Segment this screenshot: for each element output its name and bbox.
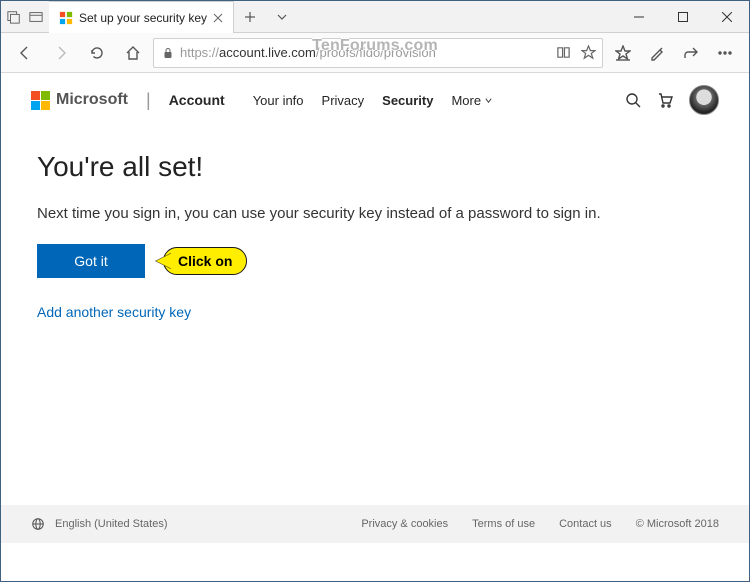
site-header: Microsoft | Account Your info Privacy Se… (1, 73, 749, 127)
home-button[interactable] (117, 37, 149, 69)
new-tab-button[interactable] (234, 1, 266, 32)
tab-preview-icon[interactable] (29, 10, 43, 24)
search-icon[interactable] (625, 92, 641, 108)
back-button[interactable] (9, 37, 41, 69)
notes-button[interactable] (641, 37, 673, 69)
locale-text[interactable]: English (United States) (55, 518, 168, 530)
ms-logo-icon (31, 91, 50, 110)
lock-icon (162, 47, 174, 59)
close-tab-icon[interactable] (213, 13, 223, 23)
page-description: Next time you sign in, you can use your … (37, 205, 713, 222)
reading-view-icon[interactable] (556, 45, 571, 60)
page-footer: English (United States) Privacy & cookie… (1, 505, 749, 543)
microsoft-logo[interactable]: Microsoft (31, 91, 128, 110)
got-it-button[interactable]: Got it (37, 244, 145, 278)
avatar[interactable] (689, 85, 719, 115)
nav-privacy[interactable]: Privacy (322, 93, 365, 108)
window-titlebar: Set up your security key (1, 1, 749, 33)
separator: | (142, 90, 155, 111)
forward-button[interactable] (45, 37, 77, 69)
footer-terms[interactable]: Terms of use (472, 518, 535, 530)
close-window-button[interactable] (705, 1, 749, 32)
ms-favicon-icon (59, 11, 73, 25)
share-button[interactable] (675, 37, 707, 69)
chevron-down-icon (484, 96, 493, 105)
globe-icon (31, 517, 45, 531)
address-bar[interactable]: https://account.live.com/proofs/fido/pro… (153, 38, 603, 68)
more-button[interactable] (709, 37, 741, 69)
favorite-star-icon[interactable] (581, 45, 596, 60)
footer-contact[interactable]: Contact us (559, 518, 612, 530)
maximize-button[interactable] (661, 1, 705, 32)
minimize-button[interactable] (617, 1, 661, 32)
cart-icon[interactable] (657, 92, 673, 108)
page-heading: You're all set! (37, 151, 713, 183)
main-content: You're all set! Next time you sign in, y… (1, 127, 749, 505)
refresh-button[interactable] (81, 37, 113, 69)
browser-toolbar: https://account.live.com/proofs/fido/pro… (1, 33, 749, 73)
url-text: https://account.live.com/proofs/fido/pro… (180, 45, 550, 60)
tab-title: Set up your security key (79, 11, 207, 25)
nav-your-info[interactable]: Your info (253, 93, 304, 108)
footer-privacy[interactable]: Privacy & cookies (361, 518, 448, 530)
footer-copyright: © Microsoft 2018 (636, 518, 719, 530)
add-another-key-link[interactable]: Add another security key (37, 304, 191, 320)
browser-tab[interactable]: Set up your security key (49, 1, 234, 33)
ms-logo-text: Microsoft (56, 91, 128, 109)
nav-security[interactable]: Security (382, 93, 433, 108)
favorites-button[interactable] (607, 37, 639, 69)
annotation-callout: Click on (163, 247, 247, 275)
page-body: Microsoft | Account Your info Privacy Se… (1, 73, 749, 543)
tabs-aside-icon[interactable] (7, 10, 21, 24)
nav-account[interactable]: Account (169, 92, 225, 108)
nav-more[interactable]: More (451, 93, 493, 108)
tab-actions-chevron-icon[interactable] (266, 1, 298, 32)
